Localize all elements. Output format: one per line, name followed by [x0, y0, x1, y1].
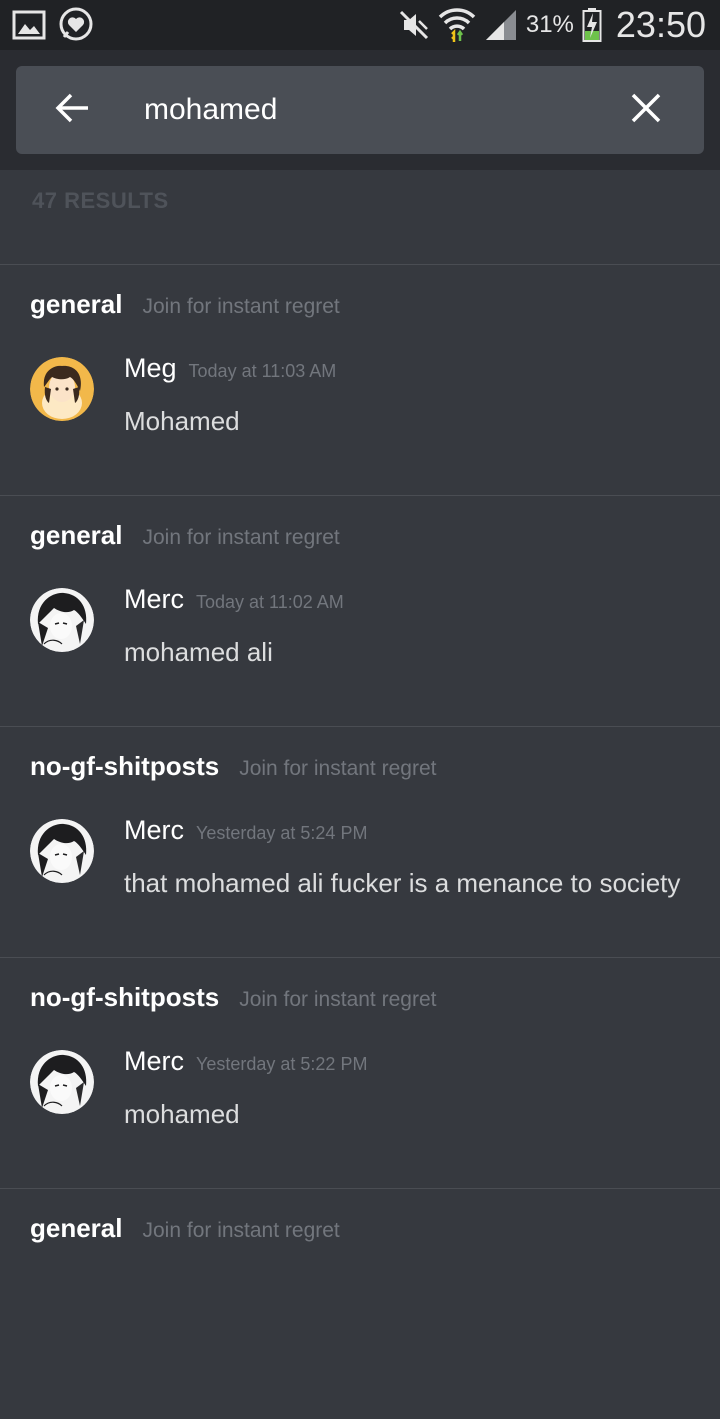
search-results-list: general Join for instant regret Meg Toda… — [0, 264, 720, 1419]
channel-name[interactable]: general — [30, 520, 123, 551]
arrow-left-icon — [54, 92, 90, 129]
search-result[interactable]: general Join for instant regret Meg Toda… — [0, 264, 720, 495]
back-button[interactable] — [52, 88, 92, 132]
messenger-icon — [58, 7, 94, 43]
channel-name[interactable]: no-gf-shitposts — [30, 982, 219, 1013]
message-author[interactable]: Merc — [124, 1046, 184, 1077]
channel-name[interactable]: no-gf-shitposts — [30, 751, 219, 782]
search-bar — [16, 66, 704, 154]
status-bar-system: 31% 23:50 — [398, 4, 706, 46]
search-input[interactable] — [144, 86, 604, 134]
signal-icon — [484, 8, 518, 42]
result-channel-header: general Join for instant regret — [30, 289, 340, 320]
status-bar-notifications — [12, 7, 94, 43]
status-bar: 31% 23:50 — [0, 0, 720, 50]
message-content: mohamed — [124, 1099, 240, 1129]
message-author[interactable]: Merc — [124, 815, 184, 846]
search-result[interactable]: general Join for instant regret Merc Tod… — [0, 495, 720, 726]
wifi-icon — [438, 7, 476, 43]
close-icon — [631, 93, 661, 128]
avatar[interactable] — [30, 357, 94, 421]
message-author[interactable]: Meg — [124, 353, 177, 384]
message-content: mohamed ali — [124, 637, 273, 667]
message-timestamp: Yesterday at 5:22 PM — [196, 1054, 368, 1074]
mute-icon — [398, 9, 430, 41]
result-channel-header: no-gf-shitposts Join for instant regret — [30, 982, 436, 1013]
channel-name[interactable]: general — [30, 289, 123, 320]
message-timestamp: Yesterday at 5:24 PM — [196, 823, 368, 843]
message-content: Mohamed — [124, 406, 240, 436]
avatar[interactable] — [30, 819, 94, 883]
result-channel-header: general Join for instant regret — [30, 1213, 340, 1244]
message-timestamp: Today at 11:02 AM — [196, 592, 344, 612]
channel-topic: Join for instant regret — [142, 295, 340, 318]
search-result[interactable]: general Join for instant regret — [0, 1188, 720, 1419]
search-result[interactable]: no-gf-shitposts Join for instant regret … — [0, 726, 720, 957]
message-content: that mohamed ali fucker is a menance to … — [124, 868, 681, 898]
channel-topic: Join for instant regret — [239, 988, 437, 1011]
result-channel-header: general Join for instant regret — [30, 520, 340, 551]
clear-search-button[interactable] — [626, 90, 666, 130]
channel-topic: Join for instant regret — [142, 1219, 340, 1242]
avatar[interactable] — [30, 588, 94, 652]
message-author-line: Merc Today at 11:02 AM — [124, 584, 344, 615]
message-timestamp: Today at 11:03 AM — [188, 361, 337, 381]
channel-name[interactable]: general — [30, 1213, 123, 1244]
search-result[interactable]: no-gf-shitposts Join for instant regret … — [0, 957, 720, 1188]
avatar[interactable] — [30, 1050, 94, 1114]
status-bar-clock: 23:50 — [615, 4, 706, 45]
battery-percentage: 31% — [525, 11, 574, 38]
message-author[interactable]: Merc — [124, 584, 184, 615]
results-count: 47 RESULTS — [32, 188, 169, 213]
channel-topic: Join for instant regret — [142, 526, 340, 549]
message-author-line: Merc Yesterday at 5:24 PM — [124, 815, 367, 846]
message-author-line: Merc Yesterday at 5:22 PM — [124, 1046, 367, 1077]
result-channel-header: no-gf-shitposts Join for instant regret — [30, 751, 436, 782]
search-header — [0, 50, 720, 170]
channel-topic: Join for instant regret — [239, 757, 437, 780]
message-author-line: Meg Today at 11:03 AM — [124, 353, 336, 384]
gallery-icon — [12, 10, 46, 40]
battery-charging-icon — [582, 7, 602, 43]
